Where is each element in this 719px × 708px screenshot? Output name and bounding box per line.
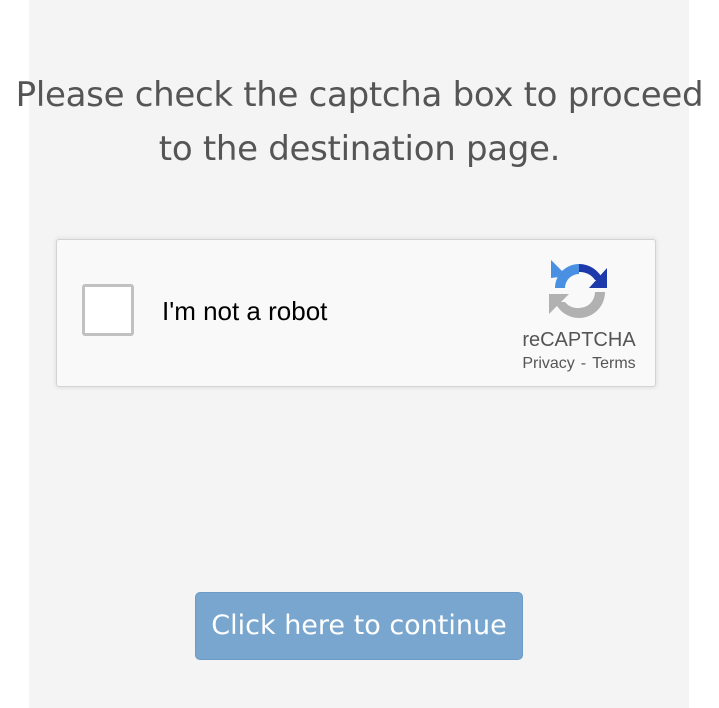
- continue-button[interactable]: Click here to continue: [195, 592, 523, 660]
- instruction-heading-line-1: Please check the captcha box to proceed: [15, 75, 704, 115]
- privacy-link[interactable]: Privacy: [522, 355, 574, 372]
- recaptcha-widget: I'm not a robot reCAPTCHA Privacy - Terms: [56, 239, 656, 387]
- recaptcha-legal-links: Privacy - Terms: [517, 354, 641, 374]
- instruction-heading: Please check the captcha box to proceed …: [0, 68, 719, 176]
- recaptcha-logo-icon: [549, 260, 607, 318]
- not-a-robot-label: I'm not a robot: [162, 296, 328, 326]
- recaptcha-branding: reCAPTCHA Privacy - Terms: [517, 258, 641, 374]
- not-a-robot-checkbox[interactable]: [82, 284, 134, 336]
- terms-link[interactable]: Terms: [592, 355, 636, 372]
- instruction-heading-line-2: to the destination page.: [158, 129, 561, 169]
- recaptcha-brand-text: reCAPTCHA: [522, 329, 636, 351]
- legal-separator: -: [580, 355, 587, 372]
